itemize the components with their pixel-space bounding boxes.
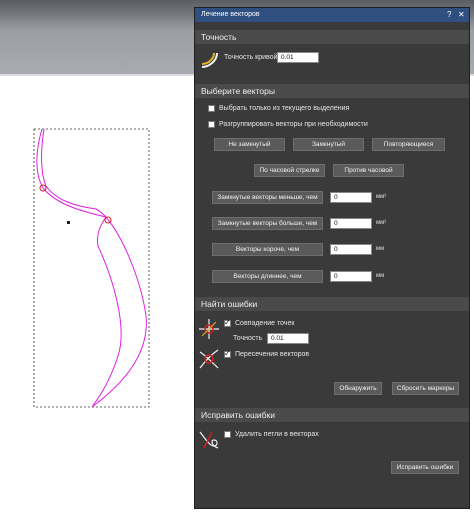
anchor-node[interactable] [67,221,70,224]
vector-healing-panel: Лечение векторов ? ✕ Точность Точность к… [194,7,470,509]
closed-smaller-unit: мм² [376,194,387,200]
find-accuracy-label: Точность [233,335,263,342]
closed-vectors-button[interactable]: Замкнутый [293,138,364,151]
vector-curve-outer[interactable] [36,128,147,408]
clockwise-button[interactable]: По часовой стрелке [254,164,325,177]
remove-loops-checkbox[interactable] [224,431,231,438]
only-selection-label: Выбрать только из текущего выделения [219,105,350,112]
ungroup-checkbox[interactable] [208,121,215,128]
section-accuracy-title: Точность [201,32,237,42]
curve-accuracy-icon [201,52,218,68]
remove-loops-label: Удалить петли в векторах [235,431,319,438]
vector-drawing [33,128,150,408]
shorter-than-button[interactable]: Векторы короче, чем [212,243,323,256]
closed-larger-button[interactable]: Замкнутые векторы больше, чем [212,217,323,230]
curve-accuracy-input[interactable]: 0.01 [277,52,319,63]
find-accuracy-input[interactable]: 0.01 [267,333,309,344]
panel-title: Лечение векторов [201,11,260,18]
close-icon[interactable]: ✕ [458,10,465,19]
vector-curve-inner[interactable] [41,128,122,408]
closed-larger-input[interactable]: 0 [330,218,372,229]
closed-smaller-input[interactable]: 0 [330,192,372,203]
longer-than-button[interactable]: Векторы длиннее, чем [212,270,323,283]
ungroup-label: Разгруппировать векторы при необходимост… [219,121,368,128]
fix-errors-button[interactable]: Исправить ошибки [391,461,459,474]
shorter-than-input[interactable]: 0 [330,244,372,255]
panel-titlebar[interactable]: Лечение векторов ? ✕ [195,8,469,22]
open-vectors-button[interactable]: Не замкнутый [214,138,285,151]
help-icon[interactable]: ? [447,10,451,19]
section-fix-title: Исправить ошибки [201,410,275,420]
curve-accuracy-label: Точность кривой [224,54,278,61]
reset-markers-button[interactable]: Сбросить маркеры [392,382,459,395]
closed-larger-unit: мм² [376,220,387,226]
section-select-title: Выберите векторы [201,86,275,96]
counterclockwise-button[interactable]: Против часовой [333,164,404,177]
find-button[interactable]: Обнаружить [334,382,382,395]
section-find-header[interactable]: Найти ошибки [195,297,469,311]
coincident-points-checkbox[interactable] [224,318,231,327]
drawing-canvas[interactable] [0,76,194,517]
section-find-title: Найти ошибки [201,299,258,309]
longer-than-unit: мм [376,273,385,279]
section-fix-header[interactable]: Исправить ошибки [195,408,469,422]
duplicate-vectors-button[interactable]: Повторяющиеся [372,138,445,151]
section-accuracy-header[interactable]: Точность [195,30,469,44]
coincident-points-label: Совпадение точек [235,320,295,327]
closed-smaller-button[interactable]: Замкнутые векторы меньше, чем [212,191,323,204]
intersections-label: Пересечения векторов [235,351,310,358]
loop-removal-icon [199,431,219,449]
shorter-than-unit: мм [376,246,385,252]
intersections-checkbox[interactable] [224,349,231,358]
longer-than-input[interactable]: 0 [330,271,372,282]
only-selection-checkbox[interactable] [208,105,215,112]
section-select-header[interactable]: Выберите векторы [195,84,469,98]
selection-box[interactable] [33,128,150,408]
coincident-points-icon [199,319,219,339]
vector-intersection-icon [199,349,219,369]
